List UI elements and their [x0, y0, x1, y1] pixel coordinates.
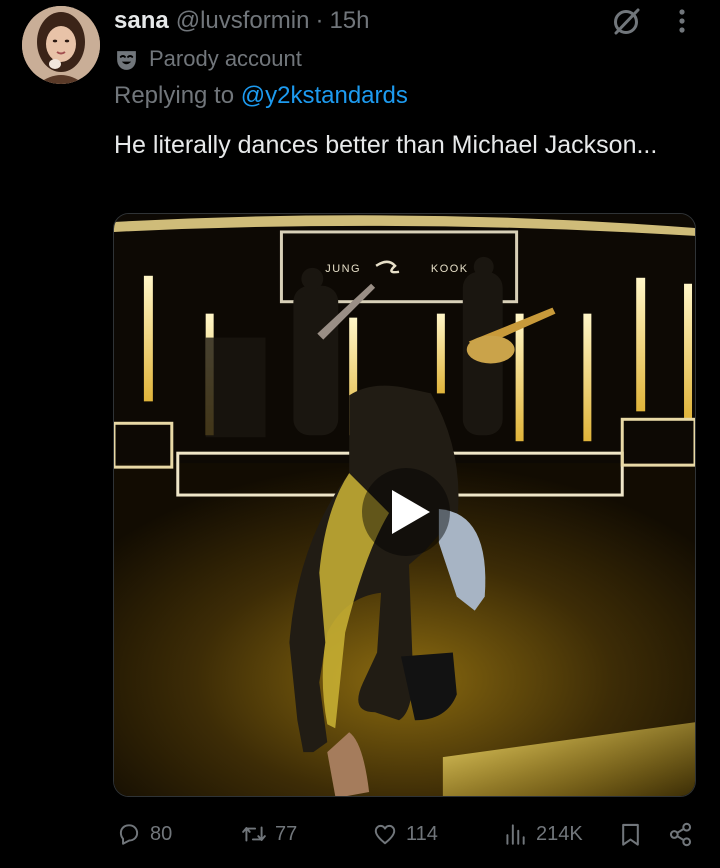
tweet-actions: 80 77 114 214K	[0, 814, 720, 854]
share-button[interactable]	[667, 821, 694, 848]
header-separator: ·	[315, 7, 324, 34]
repost-icon	[242, 826, 266, 842]
video-player[interactable]: JUNG KOOK	[113, 213, 696, 797]
views-icon	[506, 824, 525, 845]
replying-to: Replying to @y2kstandards	[114, 82, 408, 112]
video-sign-left: JUNG	[325, 263, 361, 275]
views-count: 214K	[536, 822, 583, 845]
author-avatar[interactable]	[22, 6, 100, 84]
repost-button[interactable]: 77	[241, 814, 297, 854]
replying-prefix: Replying to	[114, 82, 235, 109]
parody-label: Parody account	[149, 46, 302, 71]
like-button[interactable]: 114	[372, 814, 438, 854]
author-handle[interactable]: @luvsformin	[176, 7, 310, 35]
parody-label-row: Parody account	[114, 45, 302, 73]
video-sign-right: KOOK	[431, 263, 469, 275]
mask-icon	[117, 50, 136, 70]
replying-to-mention[interactable]: @y2kstandards	[241, 82, 408, 109]
heart-icon	[374, 824, 396, 845]
bookmark-icon	[622, 823, 639, 846]
tweet-header: sana @luvsformin · 15h	[114, 7, 630, 37]
avatar-image	[22, 6, 100, 84]
like-count: 114	[406, 822, 438, 845]
views-button[interactable]: 214K	[502, 814, 583, 854]
play-icon[interactable]	[362, 468, 450, 556]
grok-icon[interactable]	[608, 4, 644, 40]
bookmark-button[interactable]	[617, 821, 644, 848]
share-icon	[669, 822, 692, 847]
tweet-text: He literally dances better than Michael …	[114, 131, 658, 159]
reply-count: 80	[150, 822, 173, 845]
tweet-timestamp[interactable]: 15h	[329, 7, 369, 35]
more-icon[interactable]	[667, 6, 697, 36]
reply-icon	[119, 824, 139, 845]
repost-count: 77	[275, 822, 298, 845]
author-name[interactable]: sana	[114, 7, 169, 35]
reply-button[interactable]: 80	[116, 814, 172, 854]
